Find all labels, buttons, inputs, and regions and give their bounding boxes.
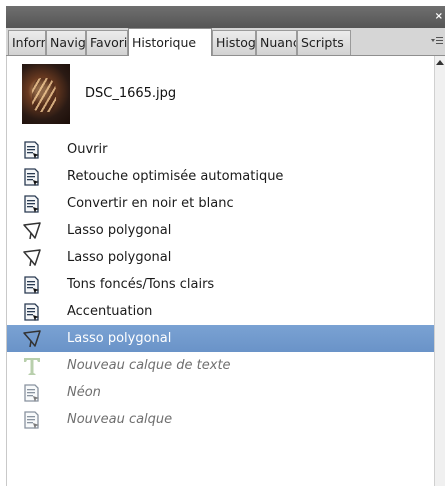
tab-histogramme[interactable]: Histog — [212, 30, 256, 55]
tab-favoris[interactable]: Favori — [86, 30, 128, 55]
panel-menu-icon-graphic — [431, 37, 443, 44]
tab-label: Navig — [50, 35, 86, 50]
document-icon — [22, 410, 42, 430]
history-item-label: Nouveau calque — [67, 412, 173, 427]
polygonal-lasso-icon — [22, 221, 42, 241]
document-icon — [22, 167, 42, 187]
vertical-scrollbar[interactable] — [434, 56, 445, 486]
panel-title-bar[interactable]: × — [6, 6, 445, 28]
history-item-3[interactable]: Convertir en noir et blanc — [7, 190, 435, 217]
document-icon — [22, 383, 42, 403]
history-item-5[interactable]: Lasso polygonal — [7, 244, 435, 271]
history-item-label: Nouveau calque de texte — [67, 358, 231, 373]
document-icon — [22, 140, 42, 160]
history-item-label: Convertir en noir et blanc — [67, 196, 234, 211]
history-list: Ouvrir Retouche optimisée automatique Co… — [7, 136, 435, 433]
history-content: DSC_1665.jpg Ouvrir Retouche optimisée a… — [6, 56, 435, 486]
document-icon — [22, 194, 42, 214]
snapshot-row[interactable]: DSC_1665.jpg — [17, 64, 417, 124]
history-item-8[interactable]: Lasso polygonal — [7, 325, 435, 352]
history-item-label: Lasso polygonal — [67, 331, 172, 346]
snapshot-filename: DSC_1665.jpg — [85, 86, 177, 101]
tab-informations[interactable]: Inform — [8, 30, 46, 55]
history-item-label: Lasso polygonal — [67, 223, 172, 238]
tab-label: Nuanc — [260, 35, 297, 50]
tab-scripts[interactable]: Scripts — [297, 30, 351, 55]
history-item-6[interactable]: Tons foncés/Tons clairs — [7, 271, 435, 298]
tab-label: Inform — [12, 35, 45, 50]
history-item-7[interactable]: Accentuation — [7, 298, 435, 325]
close-icon[interactable]: × — [435, 11, 443, 23]
scroll-up-arrow-icon[interactable] — [436, 60, 444, 65]
history-item-label: Tons foncés/Tons clairs — [67, 277, 215, 292]
tab-label: Favori — [90, 35, 128, 50]
text-tool-icon — [22, 356, 42, 376]
history-item-1[interactable]: Ouvrir — [7, 136, 435, 163]
history-item-label: Ouvrir — [67, 142, 108, 157]
history-item-label: Accentuation — [67, 304, 153, 319]
polygonal-lasso-icon — [22, 248, 42, 268]
tab-label: Scripts — [301, 35, 344, 50]
history-item-label: Lasso polygonal — [67, 250, 172, 265]
tab-label: Histog — [216, 35, 256, 50]
tab-nuancier[interactable]: Nuanc — [256, 30, 297, 55]
history-item-label: Néon — [67, 385, 101, 400]
tab-bar: Inform Navig Favori Historique Histog Nu… — [6, 28, 445, 56]
document-icon — [22, 302, 42, 322]
polygonal-lasso-icon — [22, 329, 42, 349]
document-icon — [22, 275, 42, 295]
tab-label: Historique — [132, 35, 197, 50]
history-item-9[interactable]: Nouveau calque de texte — [7, 352, 435, 379]
image-thumbnail — [22, 64, 70, 124]
history-item-11[interactable]: Nouveau calque — [7, 406, 435, 433]
history-item-10[interactable]: Néon — [7, 379, 435, 406]
tab-navigateur[interactable]: Navig — [46, 30, 86, 55]
history-item-label: Retouche optimisée automatique — [67, 169, 284, 184]
tab-historique[interactable]: Historique — [128, 28, 212, 56]
history-item-2[interactable]: Retouche optimisée automatique — [7, 163, 435, 190]
history-item-4[interactable]: Lasso polygonal — [7, 217, 435, 244]
history-panel: × Inform Navig Favori Historique Histog … — [0, 0, 445, 493]
panel-menu-icon[interactable] — [431, 35, 443, 47]
